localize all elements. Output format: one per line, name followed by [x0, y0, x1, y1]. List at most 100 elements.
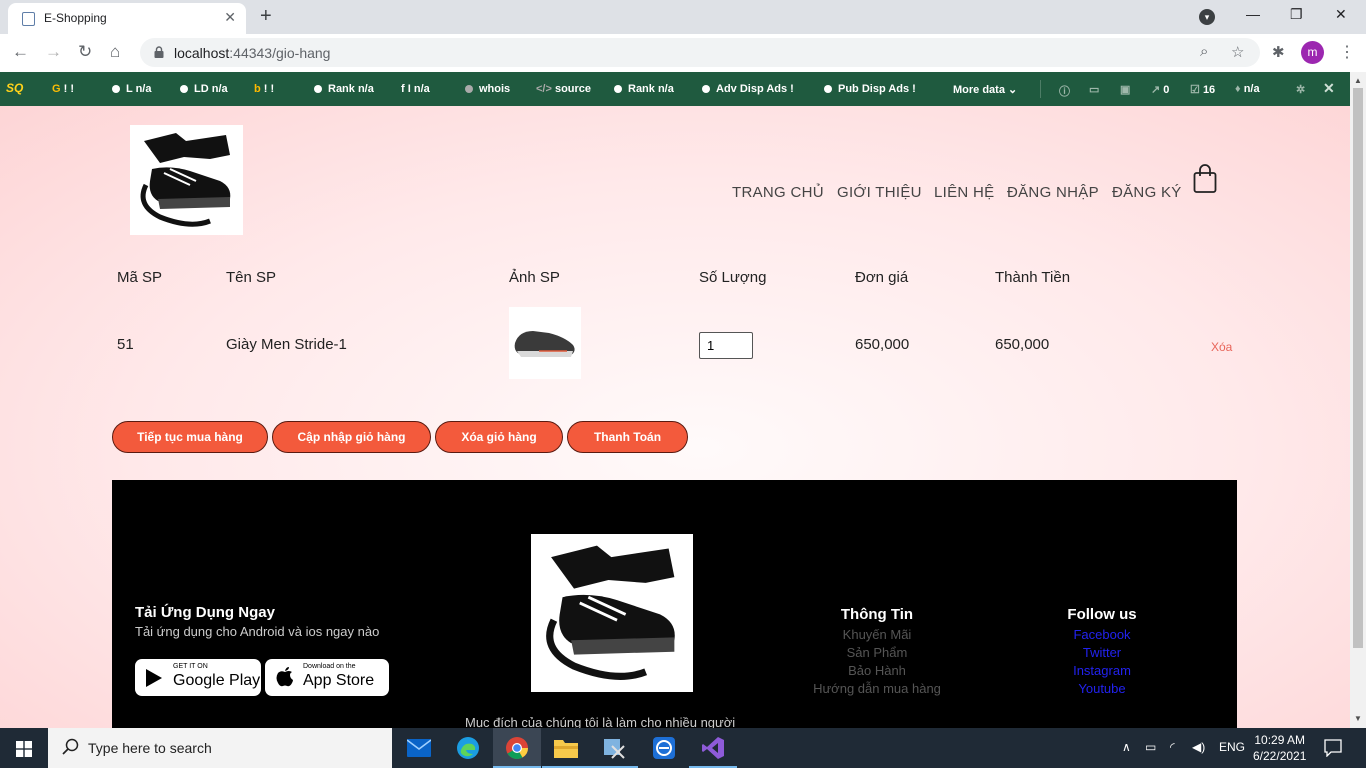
shopping-bag-icon[interactable]	[1193, 164, 1217, 194]
seo-links[interactable]: L n/a	[112, 83, 151, 95]
taskbar-mail[interactable]	[395, 728, 443, 768]
scroll-down-icon[interactable]: ▼	[1354, 714, 1362, 723]
page-scrollbar[interactable]: ▲ ▼	[1350, 72, 1366, 728]
footer-link-youtube[interactable]: Youtube	[1002, 681, 1202, 696]
app-store-small-text: Download on the	[303, 663, 356, 670]
seo-internal-links[interactable]: ☑ 16	[1190, 83, 1215, 96]
seo-page-icon[interactable]: ▣	[1120, 83, 1130, 96]
forward-icon[interactable]: →	[45, 42, 62, 62]
seo-dot-icon	[180, 85, 188, 93]
tray-overflow-icon[interactable]: ∧	[1122, 740, 1131, 754]
seo-dot-icon	[702, 85, 710, 93]
footer-link-instagram[interactable]: Instagram	[1002, 663, 1202, 678]
seo-diamond-metric[interactable]: ♦ n/a	[1235, 83, 1260, 95]
zoom-search-icon[interactable]: ⌕	[1200, 43, 1208, 60]
seo-pub-disp-ads[interactable]: Pub Disp Ads !	[824, 83, 916, 95]
back-icon[interactable]: ←	[12, 42, 29, 62]
seo-item-label: 16	[1202, 84, 1216, 96]
browser-tab[interactable]: E-Shopping ✕	[8, 3, 246, 34]
tab-close-icon[interactable]: ✕	[224, 9, 236, 26]
footer-link-facebook[interactable]: Facebook	[1002, 627, 1202, 642]
shoemaker-logo[interactable]	[130, 125, 243, 235]
seo-link-domains[interactable]: LD n/a	[180, 83, 228, 95]
windows-start-icon[interactable]	[16, 741, 32, 757]
wifi-icon[interactable]: ◜	[1170, 740, 1175, 754]
seo-settings-icon[interactable]: ✲	[1296, 83, 1305, 96]
chrome-menu-icon[interactable]: ⋮	[1339, 42, 1355, 62]
cell-unit-price: 650,000	[855, 336, 910, 353]
footer-follow-title: Follow us	[1067, 606, 1137, 623]
footer-info-title: Thông Tin	[840, 606, 914, 623]
taskbar-snipping-tool[interactable]	[590, 728, 638, 768]
new-tab-icon[interactable]: +	[260, 5, 272, 28]
seo-source[interactable]: </> source	[536, 83, 591, 95]
nav-login[interactable]: ĐĂNG NHẬP	[1007, 184, 1099, 201]
seo-monitor-icon[interactable]: ▭	[1089, 83, 1099, 96]
home-icon[interactable]: ⌂	[110, 42, 120, 62]
footer-link-twitter[interactable]: Twitter	[1002, 645, 1202, 660]
minimize-icon[interactable]: —	[1246, 6, 1260, 22]
checkout-button[interactable]: Thanh Toán	[567, 421, 688, 453]
extensions-puzzle-icon[interactable]: ✱	[1272, 43, 1285, 61]
col-header-image: Ảnh SP	[509, 269, 560, 286]
delete-item-link[interactable]: Xóa	[1211, 340, 1232, 354]
seo-item-label: Rank n/a	[628, 83, 674, 95]
bookmark-star-icon[interactable]: ☆	[1231, 43, 1244, 61]
seo-item-label: L n/a	[126, 83, 152, 95]
google-play-badge[interactable]: GET IT ON Google Play	[135, 659, 261, 696]
seo-close-icon[interactable]: ✕	[1323, 80, 1335, 97]
seo-adv-disp-ads[interactable]: Adv Disp Ads !	[702, 83, 794, 95]
seo-google-icon: G	[52, 83, 61, 95]
folder-icon	[554, 740, 578, 758]
reload-icon[interactable]: ↻	[78, 42, 92, 62]
taskbar-chrome[interactable]	[493, 728, 541, 768]
seo-google-index[interactable]: G ! !	[52, 83, 74, 95]
remote-desktop-icon	[653, 737, 675, 759]
restore-icon[interactable]: ❐	[1290, 6, 1303, 23]
chrome-profile-menu-icon[interactable]: ▾	[1199, 9, 1215, 25]
snipping-tool-icon	[604, 739, 625, 759]
google-play-small-text: GET IT ON	[173, 663, 208, 670]
seo-rank-2[interactable]: Rank n/a	[614, 83, 674, 95]
window-close-icon[interactable]: ✕	[1335, 6, 1347, 23]
footer-link-warranty[interactable]: Bảo Hành	[762, 663, 992, 678]
seo-more-data[interactable]: More data ⌄	[953, 83, 1017, 96]
footer-link-guide[interactable]: Hướng dẫn mua hàng	[762, 681, 992, 696]
seo-item-label: 0	[1163, 84, 1170, 96]
sneaker-image	[514, 331, 575, 357]
seo-info-icon[interactable]: ⓘ	[1059, 83, 1070, 99]
seo-bing-index[interactable]: b ! !	[254, 83, 274, 95]
footer-link-products[interactable]: Sản Phẩm	[762, 645, 992, 660]
notifications-icon[interactable]	[1324, 739, 1342, 757]
taskbar-file-explorer[interactable]	[542, 728, 590, 768]
taskbar-search-box[interactable]: Type here to search	[48, 728, 392, 768]
nav-home[interactable]: TRANG CHỦ	[732, 184, 824, 201]
clear-cart-button[interactable]: Xóa giỏ hàng	[435, 421, 563, 453]
profile-avatar[interactable]: m	[1301, 41, 1324, 64]
seo-rank[interactable]: Rank n/a	[314, 83, 374, 95]
address-bar[interactable]: localhost:44343/gio-hang ⌕ ☆	[140, 38, 1260, 67]
volume-icon[interactable]: ◀)	[1192, 740, 1205, 754]
seo-facebook[interactable]: f I n/a	[401, 83, 430, 95]
continue-shopping-button[interactable]: Tiếp tục mua hàng	[112, 421, 268, 453]
scroll-thumb[interactable]	[1353, 88, 1363, 648]
scroll-up-icon[interactable]: ▲	[1354, 76, 1362, 85]
taskbar-visual-studio[interactable]	[689, 728, 737, 768]
taskbar-edge[interactable]	[444, 728, 492, 768]
quantity-input[interactable]	[699, 332, 753, 359]
taskbar-clock[interactable]: 10:29 AM 6/22/2021	[1253, 732, 1306, 764]
nav-about[interactable]: GIỚI THIỆU	[837, 184, 922, 201]
app-store-badge[interactable]: Download on the App Store	[265, 659, 389, 696]
seo-external-links[interactable]: ↗ 0	[1151, 83, 1169, 96]
nav-contact[interactable]: LIÊN HỆ	[934, 184, 994, 201]
battery-icon[interactable]: ▭	[1145, 740, 1156, 754]
footer-link-promotions[interactable]: Khuyến Mãi	[762, 627, 992, 642]
seo-dot-icon	[112, 85, 120, 93]
update-cart-button[interactable]: Cập nhập giỏ hàng	[272, 421, 431, 453]
search-placeholder: Type here to search	[88, 740, 212, 756]
input-language[interactable]: ENG	[1219, 740, 1245, 754]
seo-item-label: ! !	[263, 83, 275, 95]
seo-whois[interactable]: whois	[465, 83, 510, 95]
taskbar-teamviewer[interactable]	[640, 728, 688, 768]
nav-register[interactable]: ĐĂNG KÝ	[1112, 184, 1182, 201]
